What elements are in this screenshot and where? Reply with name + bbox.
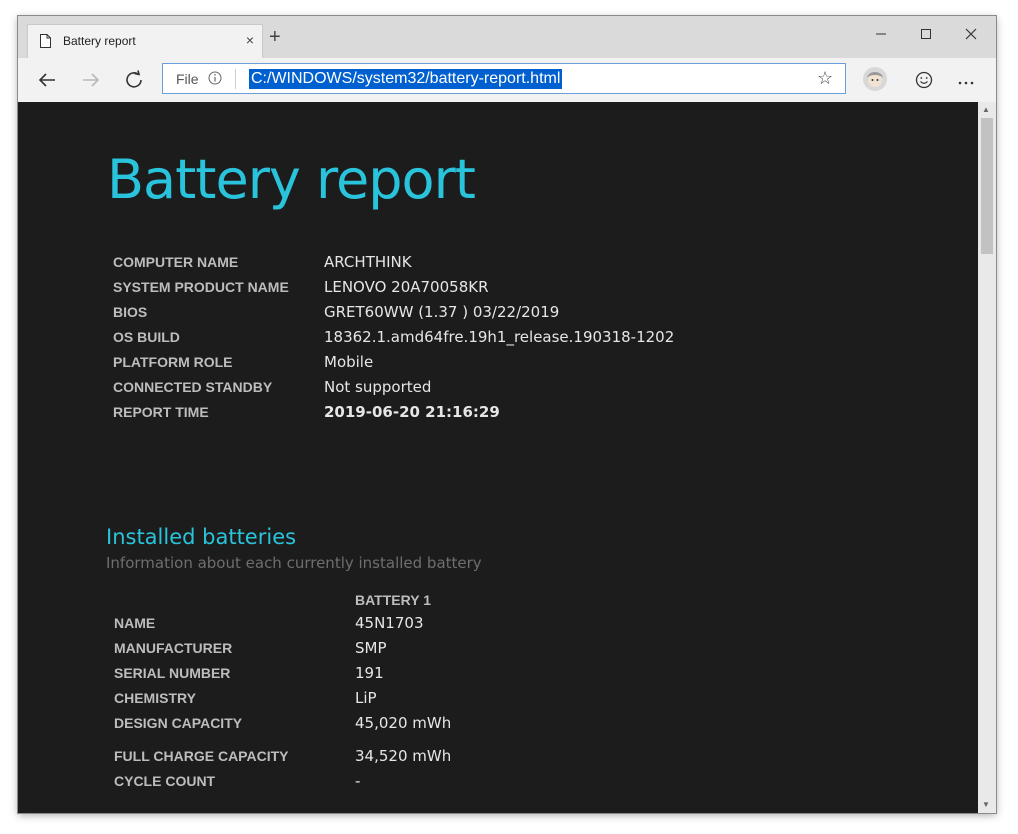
battery-label: FULL CHARGE CAPACITY	[114, 748, 289, 764]
battery-value: SMP	[355, 639, 387, 657]
address-separator	[235, 69, 236, 89]
address-bar[interactable]: File C:/WINDOWS/system32/battery-report.…	[162, 63, 846, 94]
battery-label: MANUFACTURER	[114, 640, 233, 656]
page-title: Battery report	[107, 148, 476, 211]
scroll-up-arrow-icon[interactable]: ▲	[982, 105, 990, 114]
battery-label: CYCLE COUNT	[114, 773, 216, 789]
info-label: OS BUILD	[113, 329, 180, 345]
battery-label: NAME	[114, 615, 156, 631]
page-content: Battery report COMPUTER NAME ARCHTHINK SYS…	[18, 102, 978, 813]
info-label: CONNECTED STANDBY	[113, 379, 273, 395]
battery-value: 45N1703	[355, 614, 424, 632]
tab-title: Battery report	[63, 34, 136, 48]
info-label: BIOS	[113, 304, 148, 320]
forward-button[interactable]	[76, 66, 106, 94]
tab-close-button[interactable]: ×	[242, 32, 258, 48]
more-menu-button[interactable]	[951, 66, 981, 94]
info-value: ARCHTHINK	[324, 253, 412, 271]
scheme-label: File	[176, 71, 199, 87]
browser-window: Battery report × + File C:/WINDOWS/syste…	[18, 16, 996, 813]
info-label: PLATFORM ROLE	[113, 354, 233, 370]
title-bar: Battery report × +	[18, 16, 996, 58]
battery-value: 191	[355, 664, 384, 682]
battery-value: LiP	[355, 689, 377, 707]
maximize-icon	[921, 29, 931, 39]
battery-label: DESIGN CAPACITY	[114, 715, 243, 731]
battery-value: 45,020 mWh	[355, 714, 452, 732]
battery-label: SERIAL NUMBER	[114, 665, 231, 681]
new-tab-button[interactable]: +	[269, 27, 281, 47]
feedback-button[interactable]	[909, 66, 939, 94]
info-value: Mobile	[324, 353, 374, 371]
info-value: GRET60WW (1.37 ) 03/22/2019	[324, 303, 560, 321]
refresh-button[interactable]	[119, 66, 149, 94]
info-label: COMPUTER NAME	[113, 254, 239, 270]
info-value: 18362.1.amd64fre.19h1_release.190318-120…	[324, 328, 675, 346]
arrow-right-icon	[83, 73, 100, 87]
section-subtitle: Information about each currently install…	[106, 554, 482, 572]
refresh-icon	[126, 70, 142, 88]
info-value: 2019-06-20 21:16:29	[324, 403, 500, 421]
section-title-installed-batteries: Installed batteries	[106, 525, 297, 549]
url-text[interactable]: C:/WINDOWS/system32/battery-report.html	[249, 69, 563, 89]
ellipsis-icon	[958, 81, 974, 85]
arrow-left-icon	[38, 73, 55, 87]
browser-toolbar: File C:/WINDOWS/system32/battery-report.…	[18, 58, 996, 103]
vertical-scrollbar[interactable]: ▲ ▼	[978, 102, 996, 813]
maximize-button[interactable]	[903, 20, 949, 48]
info-icon[interactable]	[208, 71, 222, 85]
info-value: LENOVO 20A70058KR	[324, 278, 489, 296]
minimize-icon	[876, 33, 886, 35]
profile-avatar[interactable]	[863, 67, 887, 91]
info-label: REPORT TIME	[113, 404, 209, 420]
page-icon	[40, 34, 51, 48]
minimize-button[interactable]	[858, 20, 904, 48]
close-icon	[965, 28, 977, 40]
favorite-star-icon[interactable]: ☆	[817, 68, 833, 89]
avatar-face-icon	[867, 72, 883, 87]
battery-label: CHEMISTRY	[114, 690, 196, 706]
battery-value: 34,520 mWh	[355, 747, 452, 765]
scrollbar-thumb[interactable]	[981, 118, 993, 254]
battery-value: -	[355, 772, 361, 790]
browser-tab[interactable]: Battery report ×	[27, 24, 263, 58]
info-value: Not supported	[324, 378, 432, 396]
scroll-down-arrow-icon[interactable]: ▼	[982, 800, 990, 809]
info-label: SYSTEM PRODUCT NAME	[113, 279, 289, 295]
back-button[interactable]	[32, 66, 62, 94]
close-window-button[interactable]	[948, 20, 994, 48]
smiley-icon	[915, 71, 933, 89]
battery-column-header: BATTERY 1	[355, 592, 431, 608]
